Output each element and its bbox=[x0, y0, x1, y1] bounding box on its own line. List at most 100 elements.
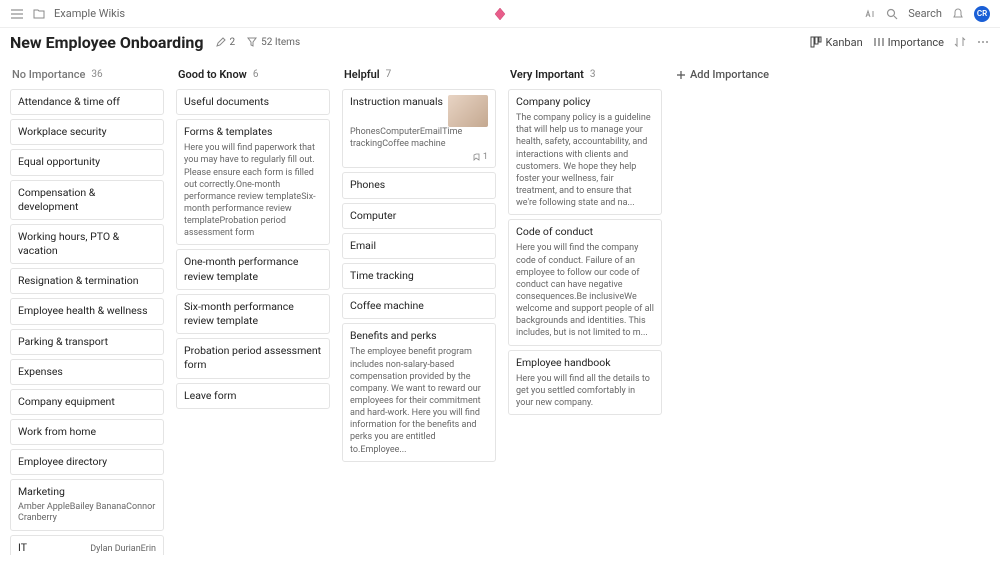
add-importance-button[interactable]: Add Importance bbox=[674, 64, 794, 85]
card-title: Useful documents bbox=[184, 95, 322, 109]
card-title: Forms & templates bbox=[184, 125, 322, 139]
card-thumbnail bbox=[448, 95, 488, 127]
card-footer: 1 bbox=[350, 152, 488, 162]
card-title: Leave form bbox=[184, 389, 322, 403]
card-title: Workplace security bbox=[18, 125, 156, 139]
add-importance-label: Add Importance bbox=[690, 68, 769, 81]
column-count: 7 bbox=[386, 69, 392, 80]
card[interactable]: Parking & transport bbox=[10, 329, 164, 355]
column-header[interactable]: Helpful 7 bbox=[342, 64, 498, 89]
card-title: One-month performance review template bbox=[184, 255, 322, 283]
card-title: Benefits and perks bbox=[350, 329, 488, 343]
column-body: Company policy The company policy is a gu… bbox=[508, 89, 664, 555]
card[interactable]: Marketing Amber AppleBailey BananaConnor … bbox=[10, 479, 164, 531]
column-helpful: Helpful 7 Instruction manualsPhonesCompute… bbox=[342, 64, 498, 555]
card-title: Six-month performance review template bbox=[184, 300, 322, 328]
importance-view-button[interactable]: Importance bbox=[873, 36, 944, 49]
card-body: Here you will find paperwork that you ma… bbox=[184, 142, 322, 239]
column-body: Attendance & time off Workplace security E… bbox=[10, 89, 166, 555]
kanban-view-button[interactable]: Kanban bbox=[810, 36, 862, 49]
card-subtitle: Amber AppleBailey BananaConnor Cranberry bbox=[18, 502, 156, 525]
column-header[interactable]: No Importance36 bbox=[10, 64, 166, 89]
card[interactable]: Coffee machine bbox=[342, 293, 496, 319]
card-title: Marketing bbox=[18, 485, 156, 499]
app-logo-icon bbox=[493, 7, 507, 21]
card-title: Parking & transport bbox=[18, 335, 156, 349]
filter-icon[interactable] bbox=[247, 37, 257, 47]
card-title: Work from home bbox=[18, 425, 156, 439]
column-very-important: Very Important 3 Company policy The company… bbox=[508, 64, 664, 555]
card-title: IT bbox=[18, 541, 27, 555]
column-name: Good to Know bbox=[178, 68, 247, 81]
card-title: Time tracking bbox=[350, 269, 488, 283]
card[interactable]: Time tracking bbox=[342, 263, 496, 289]
card-title: Working hours, PTO & vacation bbox=[18, 230, 156, 258]
more-icon[interactable] bbox=[976, 36, 990, 48]
card[interactable]: Work from home bbox=[10, 419, 164, 445]
avatar[interactable]: CR bbox=[974, 6, 990, 22]
card[interactable]: Leave form bbox=[176, 383, 330, 409]
card[interactable]: Six-month performance review template bbox=[176, 294, 330, 334]
card-title: Employee handbook bbox=[516, 356, 654, 370]
kanban-icon bbox=[810, 36, 822, 48]
column-no-importance: No Importance36 Attendance & time off Work… bbox=[10, 64, 166, 555]
column-name: No Importance bbox=[12, 68, 85, 81]
card[interactable]: Computer bbox=[342, 203, 496, 229]
column-header[interactable]: Good to Know 6 bbox=[176, 64, 332, 89]
card[interactable]: IT Dylan DurianErin ElderberryFranklin Fi… bbox=[10, 535, 164, 555]
card-title: Email bbox=[350, 239, 488, 253]
card[interactable]: Equal opportunity bbox=[10, 149, 164, 175]
card[interactable]: Useful documents bbox=[176, 89, 330, 115]
card-title: Company policy bbox=[516, 95, 654, 109]
folder-icon bbox=[32, 7, 46, 21]
search-icon[interactable] bbox=[886, 8, 898, 20]
card[interactable]: Instruction manualsPhonesComputerEmailTi… bbox=[342, 89, 496, 168]
importance-icon bbox=[873, 36, 885, 48]
card-title: Coffee machine bbox=[350, 299, 488, 313]
card[interactable]: Forms & templates Here you will find pape… bbox=[176, 119, 330, 245]
card-title: Attendance & time off bbox=[18, 95, 156, 109]
card-title: Employee health & wellness bbox=[18, 304, 156, 318]
column-name: Very Important bbox=[510, 68, 584, 81]
card-title: Phones bbox=[350, 178, 488, 192]
card-title: Resignation & termination bbox=[18, 274, 156, 288]
card-title: Probation period assessment form bbox=[184, 344, 322, 372]
search-label[interactable]: Search bbox=[908, 7, 942, 20]
card[interactable]: Probation period assessment form bbox=[176, 338, 330, 378]
card-title: Expenses bbox=[18, 365, 156, 379]
card[interactable]: Company policy The company policy is a gu… bbox=[508, 89, 662, 215]
card[interactable]: Workplace security bbox=[10, 119, 164, 145]
card[interactable]: Email bbox=[342, 233, 496, 259]
card[interactable]: Working hours, PTO & vacation bbox=[10, 224, 164, 264]
card[interactable]: Resignation & termination bbox=[10, 268, 164, 294]
editors-count: 2 bbox=[230, 37, 236, 48]
card-subtitle: Dylan DurianErin ElderberryFranklin Fig bbox=[33, 544, 156, 555]
card[interactable]: Attendance & time off bbox=[10, 89, 164, 115]
card-body: Here you will find all the details to ge… bbox=[516, 373, 654, 409]
card[interactable]: Phones bbox=[342, 172, 496, 198]
card[interactable]: Code of conductHere you will find the co… bbox=[508, 219, 662, 345]
column-count: 6 bbox=[253, 69, 259, 80]
items-count: 52 Items bbox=[261, 37, 300, 48]
column-count: 3 bbox=[590, 69, 596, 80]
card[interactable]: Company equipment bbox=[10, 389, 164, 415]
sort-icon[interactable] bbox=[954, 36, 966, 48]
notifications-icon[interactable] bbox=[952, 8, 964, 20]
card-title: Employee directory bbox=[18, 455, 156, 469]
column-header[interactable]: Very Important 3 bbox=[508, 64, 664, 89]
editors-icon bbox=[216, 37, 226, 47]
ai-icon[interactable] bbox=[862, 7, 876, 21]
card[interactable]: Employee handbook Here you will find all … bbox=[508, 350, 662, 416]
card[interactable]: Compensation & development bbox=[10, 180, 164, 220]
card[interactable]: One-month performance review template bbox=[176, 249, 330, 289]
column-name: Helpful bbox=[344, 68, 380, 81]
card[interactable]: Expenses bbox=[10, 359, 164, 385]
card[interactable]: Employee health & wellness bbox=[10, 298, 164, 324]
card[interactable]: Employee directory bbox=[10, 449, 164, 475]
hamburger-menu-icon[interactable] bbox=[10, 7, 24, 21]
card-body: The company policy is a guideline that w… bbox=[516, 112, 654, 209]
column-good-to-know: Good to Know 6 Useful documents Forms & tem… bbox=[176, 64, 332, 555]
card-body: Here you will find the company code of c… bbox=[516, 242, 654, 339]
breadcrumb[interactable]: Example Wikis bbox=[54, 7, 125, 20]
card[interactable]: Benefits and perksThe employee benefit p… bbox=[342, 323, 496, 461]
